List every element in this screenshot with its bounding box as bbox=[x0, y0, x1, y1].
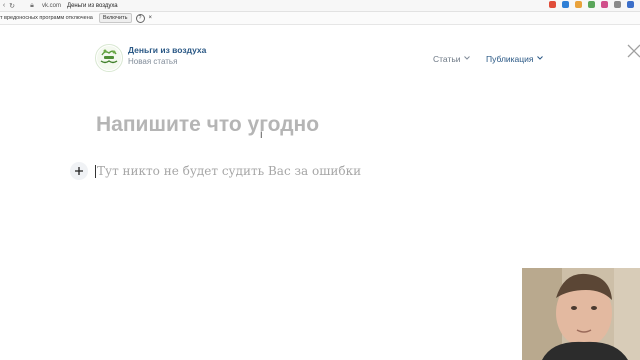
page-title-text: Деньги из воздуха bbox=[67, 2, 118, 9]
reload-icon[interactable]: ↻ bbox=[8, 2, 16, 10]
browser-infobar: т вредоносных программ отключена Включит… bbox=[0, 12, 640, 25]
extension-icon[interactable] bbox=[588, 1, 595, 8]
address-url[interactable]: vk.com bbox=[42, 3, 61, 9]
chevron-down-icon bbox=[463, 56, 470, 62]
webcam-overlay bbox=[522, 268, 640, 360]
plus-icon bbox=[75, 167, 83, 175]
browser-address-bar: ‹ ↻ 🔒︎ vk.com Деньги из воздуха bbox=[0, 0, 640, 12]
i-beam-cursor-icon: I bbox=[260, 130, 263, 140]
publish-menu-label: Публикация bbox=[486, 54, 534, 64]
articles-menu-label: Статьи bbox=[433, 54, 461, 64]
extension-icon[interactable] bbox=[627, 1, 634, 8]
text-caret bbox=[95, 165, 96, 178]
new-article-label: Новая статья bbox=[128, 57, 178, 66]
lock-icon[interactable]: 🔒︎ bbox=[28, 2, 36, 10]
infobar-message: т вредоносных программ отключена bbox=[0, 15, 93, 21]
help-icon[interactable]: ? bbox=[135, 13, 145, 23]
extension-icon[interactable] bbox=[549, 1, 556, 8]
articles-menu[interactable]: Статьи bbox=[433, 54, 470, 64]
article-title-input[interactable]: Напишите что угодно bbox=[96, 113, 319, 137]
extension-icon[interactable] bbox=[601, 1, 608, 8]
webcam-person-image bbox=[522, 268, 640, 360]
extension-icon[interactable] bbox=[562, 1, 569, 8]
add-block-button[interactable] bbox=[70, 162, 88, 180]
group-logo[interactable] bbox=[95, 44, 123, 72]
article-body-input[interactable]: Тут никто не будет судить Вас за ошибки bbox=[97, 164, 361, 178]
extension-icon[interactable] bbox=[614, 1, 621, 8]
publish-menu[interactable]: Публикация bbox=[486, 54, 543, 64]
browser-toolbar-icons bbox=[549, 1, 634, 8]
chevron-down-icon bbox=[536, 56, 543, 62]
extension-icon[interactable] bbox=[575, 1, 582, 8]
enable-protection-button[interactable]: Включить bbox=[98, 13, 132, 23]
back-arrow-icon[interactable]: ‹ bbox=[0, 2, 8, 9]
money-logo-icon bbox=[97, 46, 121, 70]
infobar-close-icon[interactable]: × bbox=[149, 15, 153, 21]
group-name-link[interactable]: Деньги из воздуха bbox=[128, 45, 206, 55]
close-editor-icon[interactable] bbox=[625, 42, 640, 60]
